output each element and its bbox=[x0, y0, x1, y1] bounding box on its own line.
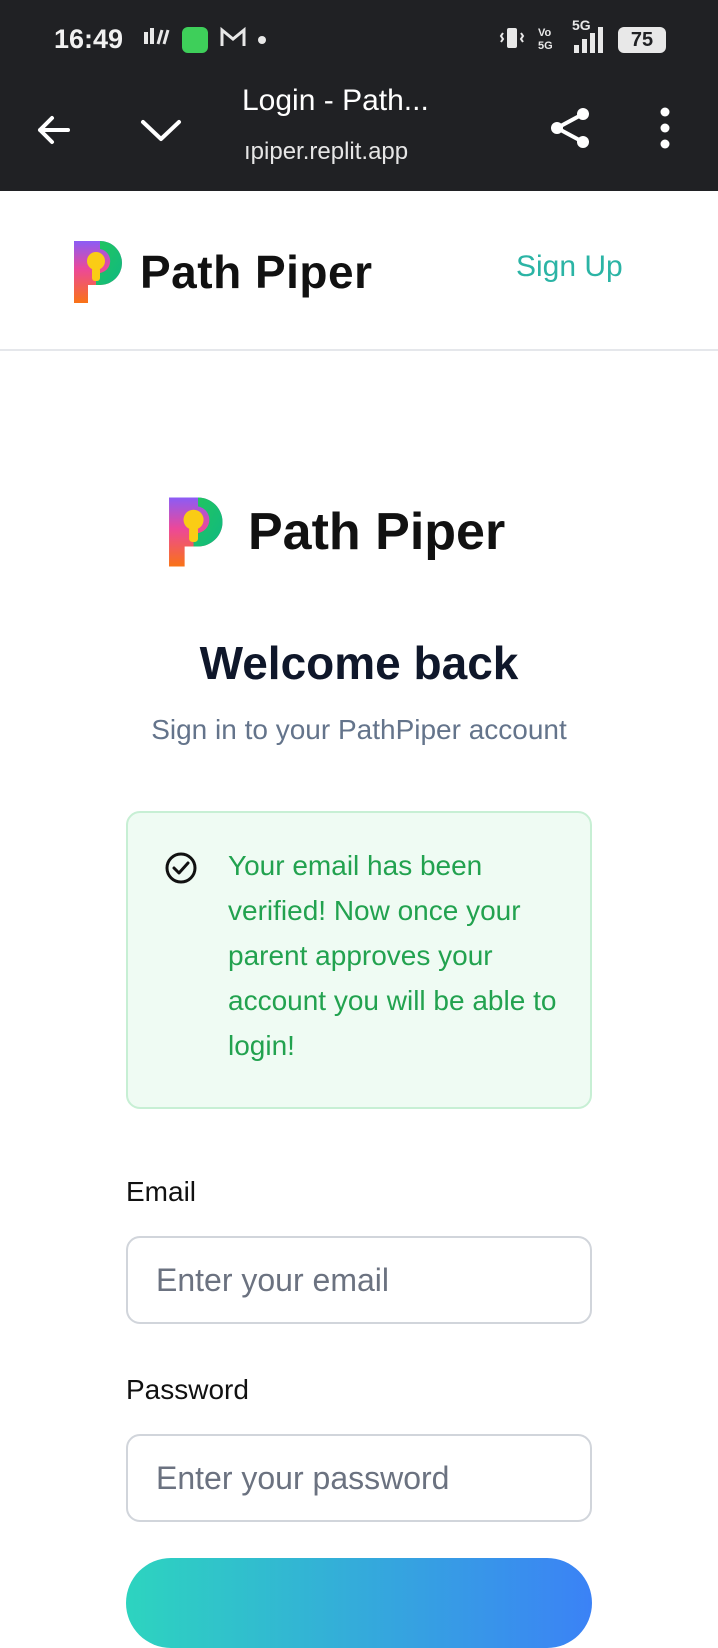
password-label: Password bbox=[126, 1374, 249, 1405]
status-right-icons: Vo 5G 5G 75 bbox=[498, 17, 666, 55]
browser-chrome: 16:49 Vo 5G 5G 75 Login - Path... ıpiper… bbox=[0, 0, 718, 191]
battery-icon: 75 bbox=[618, 26, 666, 53]
page-subtitle: Sign in to your PathPiper account bbox=[151, 714, 567, 745]
more-vert-icon[interactable] bbox=[650, 104, 680, 152]
email-label: Email bbox=[126, 1176, 197, 1207]
5g-signal-icon: 5G bbox=[566, 17, 608, 55]
svg-text:5G: 5G bbox=[538, 40, 553, 52]
page-title: Welcome back bbox=[199, 637, 519, 689]
dot-icon bbox=[258, 36, 266, 44]
svg-text:Vo: Vo bbox=[538, 27, 552, 39]
browser-url[interactable]: ıpiper.replit.app bbox=[244, 138, 474, 166]
header-brand[interactable]: Path Piper bbox=[140, 245, 373, 299]
email-input[interactable] bbox=[126, 1236, 592, 1324]
site-header: Path Piper Sign Up bbox=[0, 191, 718, 351]
sign-in-button[interactable] bbox=[126, 1558, 592, 1648]
gmail-icon bbox=[220, 26, 246, 54]
alert-message: Your email has been verified! Now once y… bbox=[228, 850, 557, 1061]
chevron-down-icon[interactable] bbox=[137, 106, 185, 154]
sim-signal-icon bbox=[142, 26, 170, 54]
share-icon[interactable] bbox=[546, 104, 594, 152]
path-piper-logo bbox=[166, 493, 230, 571]
vibrate-icon bbox=[498, 24, 526, 55]
main-brand: Path Piper bbox=[248, 503, 506, 561]
app-notification-icon bbox=[182, 27, 208, 53]
network-type: 5G bbox=[572, 16, 591, 33]
verification-success-alert: Your email has been verified! Now once y… bbox=[126, 811, 592, 1109]
back-arrow-icon[interactable] bbox=[30, 106, 78, 154]
browser-page-title: Login - Path... bbox=[242, 84, 429, 117]
status-left-icons bbox=[142, 26, 266, 54]
path-piper-logo[interactable] bbox=[72, 237, 128, 307]
volte-icon: Vo 5G bbox=[536, 24, 556, 55]
check-circle-icon bbox=[164, 851, 198, 885]
status-time: 16:49 bbox=[54, 24, 124, 54]
status-bar: 16:49 Vo 5G 5G 75 bbox=[0, 17, 718, 62]
signup-link[interactable]: Sign Up bbox=[516, 250, 623, 284]
password-input[interactable] bbox=[126, 1434, 592, 1522]
